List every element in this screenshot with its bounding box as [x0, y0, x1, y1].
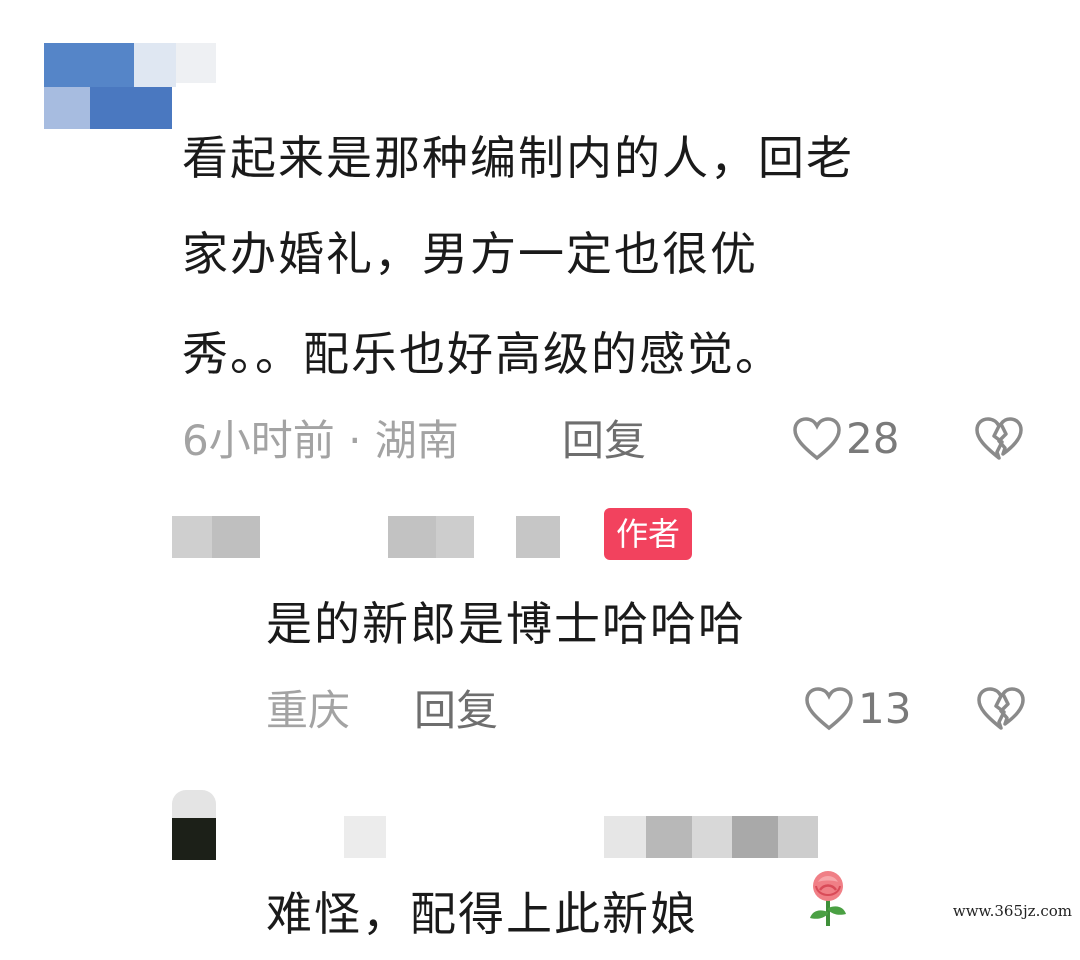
like-count: 28: [846, 414, 900, 463]
comment-text-line: 是的新郎是博士哈哈哈: [266, 597, 746, 651]
broken-heart-icon[interactable]: [976, 686, 1026, 732]
comment-text-line: 看起来是那种编制内的人，回老: [182, 131, 854, 185]
comment-meta: 6小时前 · 湖南: [182, 416, 459, 465]
comment-text-line: 家办婚礼，男方一定也很优: [182, 227, 758, 281]
like-count: 13: [858, 684, 912, 733]
reply-button[interactable]: 回复: [414, 686, 498, 736]
watermark: www.365jz.com: [952, 902, 1072, 920]
avatar[interactable]: [172, 790, 216, 860]
broken-heart-icon[interactable]: [974, 416, 1024, 462]
heart-icon: [805, 687, 853, 731]
comment-text-line: 秀。。配乐也好高级的感觉。: [182, 327, 783, 381]
author-badge: 作者: [604, 508, 693, 560]
avatar[interactable]: [44, 43, 216, 129]
like-button[interactable]: 13: [804, 684, 911, 734]
comment-meta: 重庆: [266, 686, 351, 735]
username[interactable]: [344, 816, 820, 858]
heart-icon: [793, 417, 841, 461]
rose-emoji: [810, 871, 846, 926]
like-button[interactable]: 28: [792, 414, 899, 464]
reply-button[interactable]: 回复: [562, 416, 646, 466]
username[interactable]: [172, 516, 562, 558]
comment-text-line: 难怪，配得上此新娘: [266, 887, 698, 941]
